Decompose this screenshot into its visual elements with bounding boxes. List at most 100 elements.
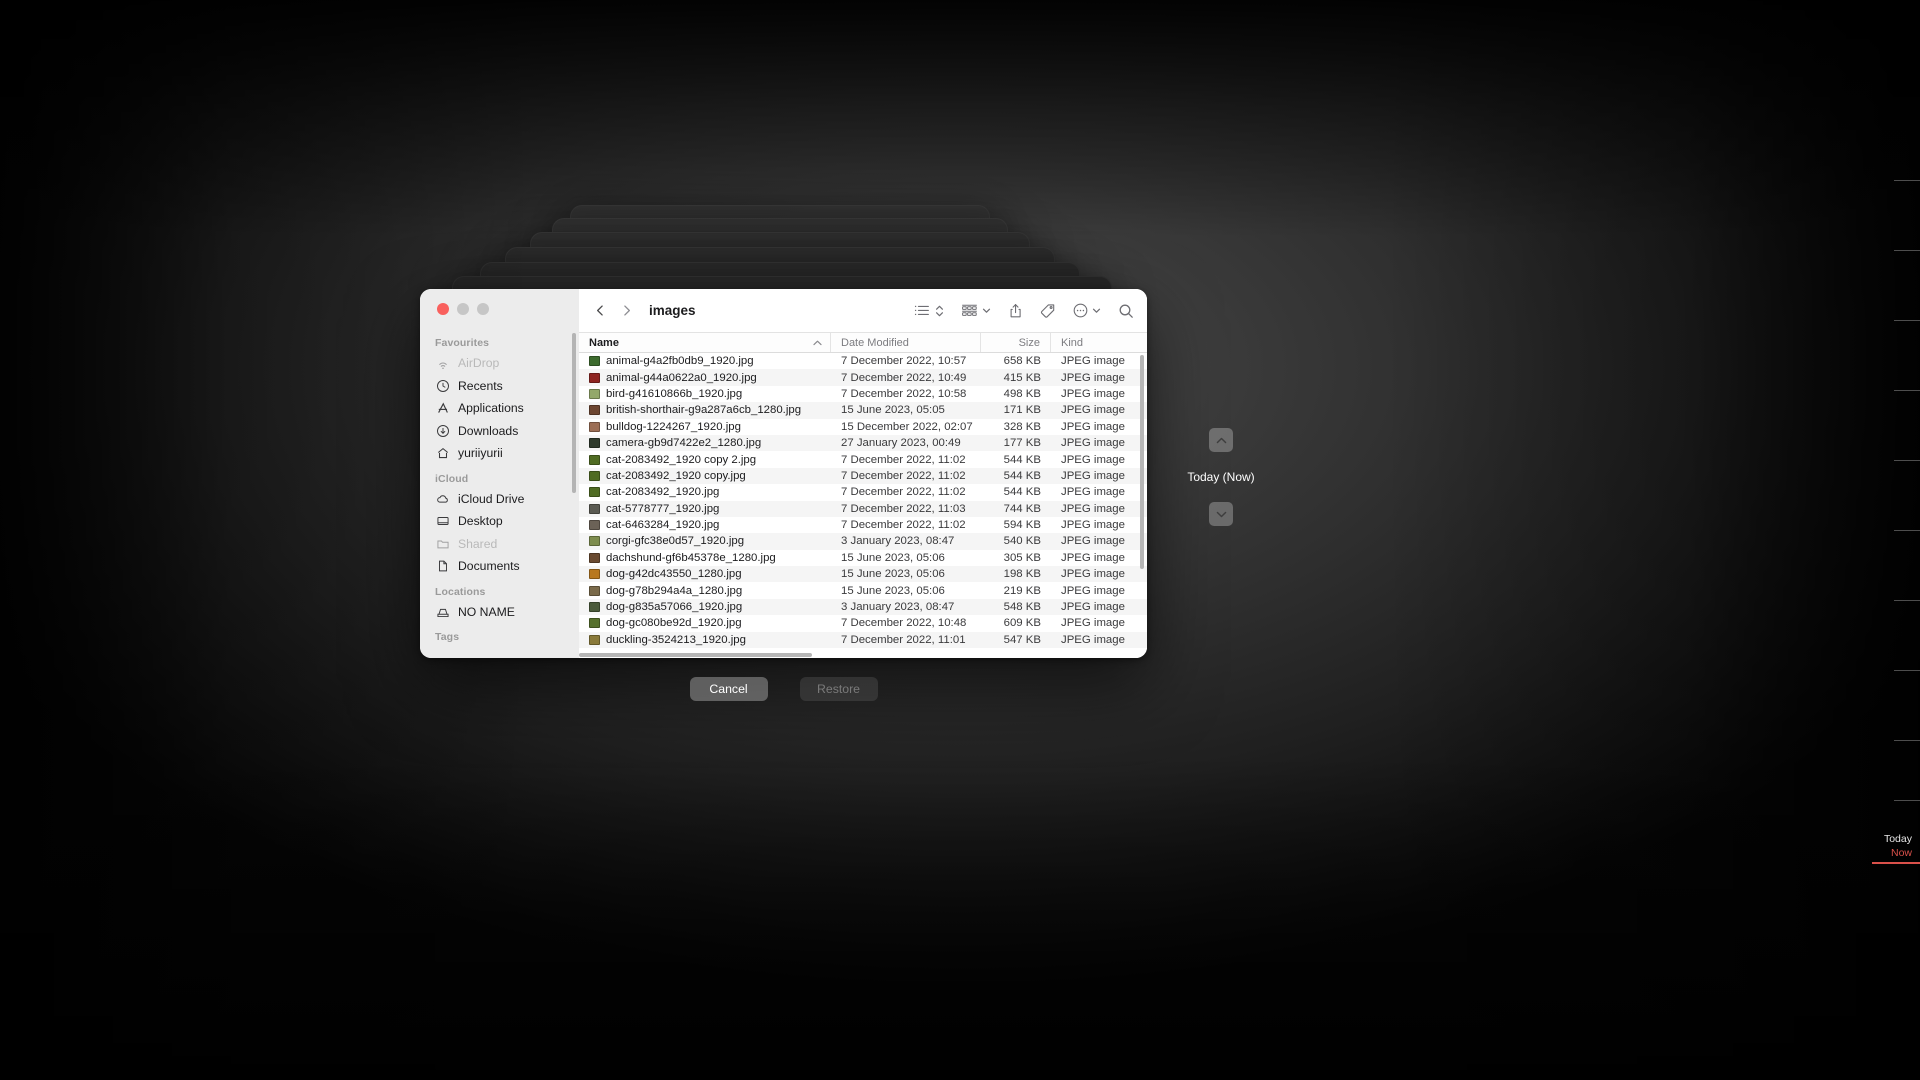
file-kind-cell: JPEG image [1061, 420, 1125, 433]
file-name: cat-2083492_1920 copy 2.jpg [606, 453, 757, 466]
table-row[interactable]: bird-g41610866b_1920.jpg 7 December 2022,… [579, 386, 1147, 402]
file-size-cell: 305 KB [1003, 551, 1041, 564]
sidebar-item-label: Shared [458, 536, 498, 551]
sidebar-item-recents[interactable]: Recents [420, 375, 579, 398]
table-row[interactable]: dog-g78b294a4a_1280.jpg 15 June 2023, 05:… [579, 582, 1147, 598]
table-row[interactable]: cat-2083492_1920 copy 2.jpg 7 December 20… [579, 451, 1147, 467]
action-buttons: Cancel Restore [420, 677, 1147, 701]
window-controls [420, 289, 579, 329]
table-row[interactable]: camera-gb9d7422e2_1280.jpg 27 January 202… [579, 434, 1147, 452]
sidebar-item-icloud-drive[interactable]: iCloud Drive [420, 488, 579, 511]
file-name: bulldog-1224267_1920.jpg [606, 420, 741, 433]
home-icon [435, 446, 450, 461]
file-list-scrollbar[interactable] [1139, 355, 1144, 569]
file-size-cell: 594 KB [1003, 519, 1041, 532]
table-row[interactable]: dog-gc080be92d_1920.jpg 7 December 2022, … [579, 615, 1147, 631]
file-name: cat-2083492_1920 copy.jpg [606, 469, 746, 482]
file-thumbnail-icon [589, 520, 600, 531]
table-row[interactable]: dog-g835a57066_1920.jpg 3 January 2023, 0… [579, 598, 1147, 616]
sidebar-section-tags: Tags [435, 631, 460, 643]
view-list-button[interactable] [914, 298, 930, 324]
column-header-size[interactable]: Size [981, 333, 1051, 352]
file-size-cell: 177 KB [1003, 437, 1041, 450]
file-date-cell: 7 December 2022, 11:01 [841, 633, 966, 646]
file-thumbnail-icon [589, 536, 600, 547]
sidebar-item-label: Applications [458, 401, 524, 416]
file-kind-cell: JPEG image [1061, 535, 1125, 548]
table-row[interactable]: cat-5778777_1920.jpg 7 December 2022, 11:… [579, 500, 1147, 517]
file-name: animal-g44a0622a0_1920.jpg [606, 371, 757, 384]
sidebar-item-airdrop[interactable]: AirDrop [420, 352, 579, 375]
table-row[interactable]: bulldog-1224267_1920.jpg 15 December 2022… [579, 419, 1147, 435]
tag-icon[interactable] [1040, 298, 1056, 324]
table-row[interactable]: animal-g44a0622a0_1920.jpg 7 December 202… [579, 369, 1147, 386]
table-row[interactable]: duckling-3524213_1920.jpg 7 December 2022… [579, 631, 1147, 649]
timeline-now-label: Now [1890, 847, 1912, 859]
back-button[interactable] [587, 298, 613, 324]
sidebar-item-documents[interactable]: Documents [420, 555, 579, 578]
sidebar-item-shared[interactable]: Shared [420, 533, 579, 556]
table-row[interactable]: cat-2083492_1920 copy.jpg 7 December 2022… [579, 467, 1147, 485]
sidebar-item-applications[interactable]: Applications [420, 397, 579, 420]
sidebar-item-no-name[interactable]: NO NAME [420, 601, 579, 624]
file-size-cell: 609 KB [1003, 617, 1041, 630]
main-pane: images Name Date Modified Size Kind anim… [579, 289, 1147, 658]
file-name-cell: bulldog-1224267_1920.jpg [579, 419, 831, 435]
sidebar-item-label: Recents [458, 378, 503, 393]
restore-button[interactable]: Restore [799, 677, 878, 701]
file-thumbnail-icon [589, 438, 600, 449]
file-thumbnail-icon [589, 421, 600, 432]
more-actions-icon[interactable] [1073, 298, 1088, 324]
column-header-kind[interactable]: Kind [1051, 333, 1145, 352]
time-machine-timeline[interactable]: Today Now [1858, 0, 1920, 1080]
column-header-name[interactable]: Name [579, 333, 831, 352]
sidebar-item-yuriiyurii[interactable]: yuriiyurii [420, 442, 579, 465]
file-size-cell: 544 KB [1003, 453, 1041, 466]
search-icon[interactable] [1118, 298, 1134, 324]
file-name: dog-g42dc43550_1280.jpg [606, 568, 742, 581]
timeline-tick [1894, 460, 1920, 461]
file-list[interactable]: animal-g4a2fb0db9_1920.jpg 7 December 202… [579, 353, 1147, 658]
timeline-tick [1894, 600, 1920, 601]
table-row[interactable]: cat-2083492_1920.jpg 7 December 2022, 11:… [579, 484, 1147, 500]
forward-button[interactable] [613, 298, 639, 324]
file-date-cell: 27 January 2023, 00:49 [841, 437, 961, 450]
file-name-cell: cat-2083492_1920 copy 2.jpg [579, 451, 831, 467]
sidebar-item-downloads[interactable]: Downloads [420, 420, 579, 443]
file-thumbnail-icon [589, 454, 600, 465]
close-button[interactable] [437, 303, 449, 315]
table-row[interactable]: animal-g4a2fb0db9_1920.jpg 7 December 202… [579, 353, 1147, 369]
finder-window: Favourites AirDrop Recents Applications … [420, 289, 1147, 658]
table-row[interactable]: dachshund-gf6b45378e_1280.jpg 15 June 202… [579, 550, 1147, 566]
column-header-date-modified[interactable]: Date Modified [831, 333, 981, 352]
file-name-cell: bird-g41610866b_1920.jpg [579, 386, 831, 402]
table-row[interactable]: british-shorthair-g9a287a6cb_1280.jpg 15 … [579, 402, 1147, 419]
cancel-button[interactable]: Cancel [689, 677, 768, 701]
sidebar-scrollbar[interactable] [572, 333, 576, 493]
column-header-label: Name [589, 336, 619, 349]
file-size-cell: 544 KB [1003, 469, 1041, 482]
table-row[interactable]: dog-g42dc43550_1280.jpg 15 June 2023, 05:… [579, 566, 1147, 583]
file-kind-cell: JPEG image [1061, 371, 1125, 384]
file-thumbnail-icon [589, 487, 600, 498]
go-forward-in-time-button[interactable] [1209, 502, 1233, 526]
file-name-cell: dog-g78b294a4a_1280.jpg [579, 582, 831, 598]
file-date-cell: 15 June 2023, 05:06 [841, 584, 945, 597]
document-icon [435, 559, 450, 574]
view-group-button[interactable] [961, 298, 978, 324]
go-back-in-time-button[interactable] [1209, 428, 1233, 452]
minimize-button[interactable] [457, 303, 469, 315]
chevron-down-icon[interactable] [982, 298, 991, 324]
sort-ascending-icon [813, 338, 822, 348]
sidebar-item-desktop[interactable]: Desktop [420, 510, 579, 533]
share-icon[interactable] [1008, 298, 1023, 324]
column-header-label: Date Modified [841, 336, 909, 349]
external-drive-icon [435, 604, 450, 619]
table-row[interactable]: cat-6463284_1920.jpg 7 December 2022, 11:… [579, 517, 1147, 533]
chevron-down-icon[interactable] [1092, 298, 1101, 324]
timeline-tick [1894, 320, 1920, 321]
sort-updown-icon[interactable] [935, 298, 944, 324]
table-row[interactable]: corgi-gfc38e0d57_1920.jpg 3 January 2023,… [579, 533, 1147, 550]
file-list-horizontal-scrollbar[interactable] [579, 652, 812, 657]
zoom-button[interactable] [477, 303, 489, 315]
